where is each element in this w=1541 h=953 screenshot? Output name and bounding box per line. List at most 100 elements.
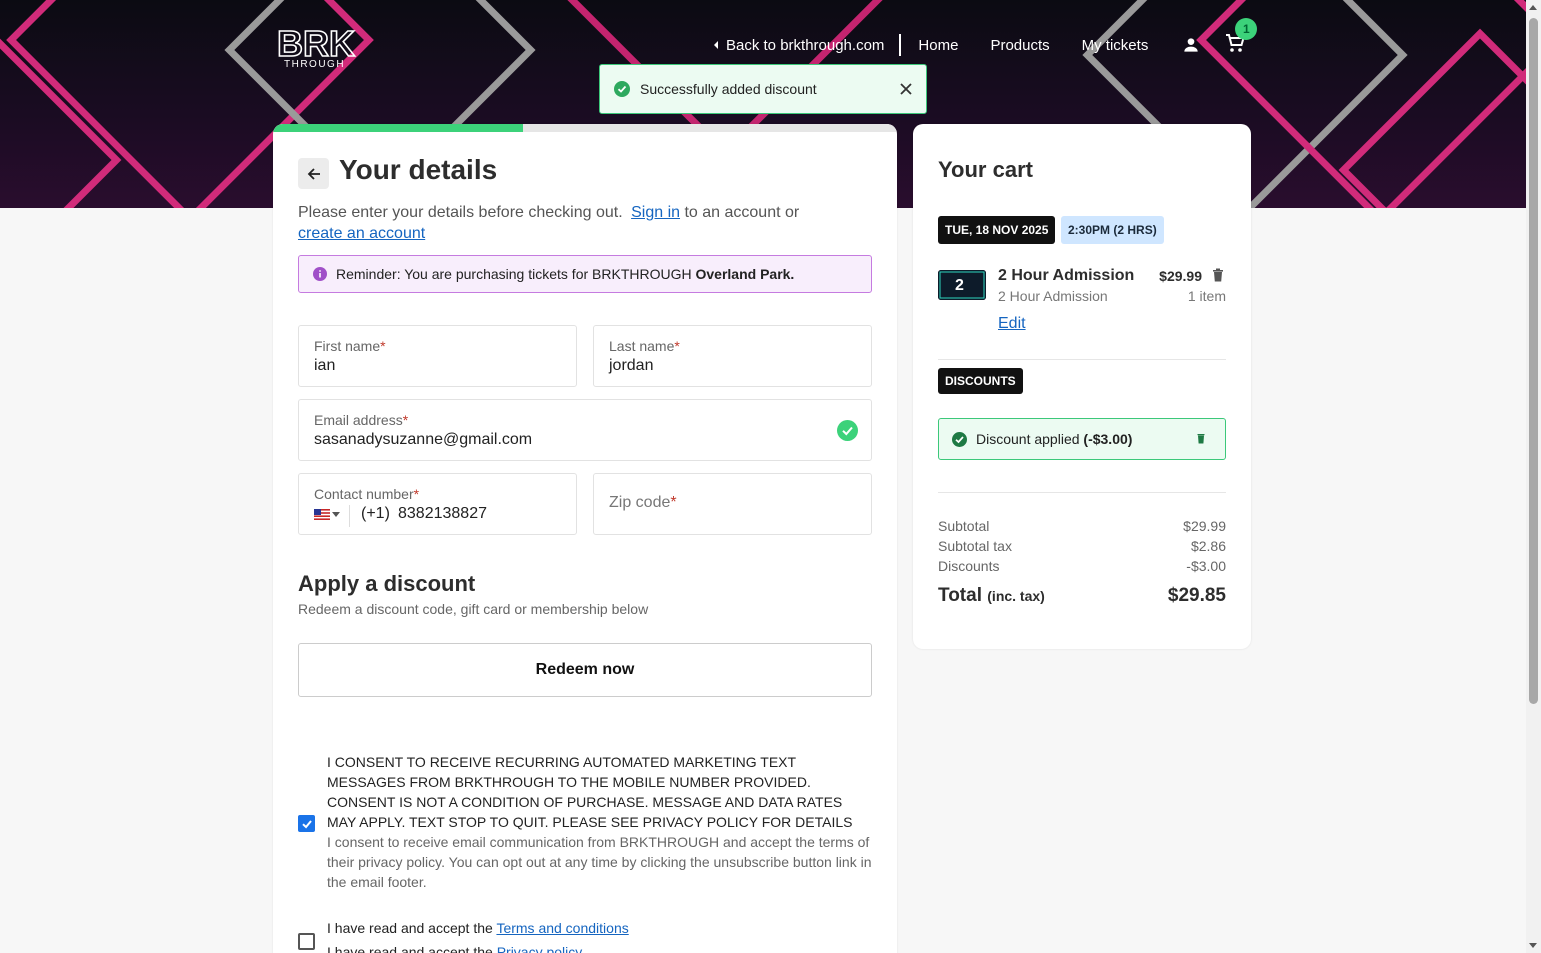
required-mark: * — [402, 412, 409, 428]
last-name-field[interactable]: Last name* jordan — [593, 325, 872, 387]
country-flag-select[interactable] — [314, 509, 340, 520]
item-price: $29.99 — [1159, 268, 1202, 284]
divider — [938, 359, 1226, 360]
scroll-down-arrow[interactable] — [1529, 943, 1537, 948]
required-mark: * — [670, 494, 677, 511]
back-button[interactable] — [298, 158, 329, 189]
tax-row: Subtotal tax $2.86 — [938, 538, 1226, 554]
last-name-label: Last name* — [609, 338, 680, 354]
privacy-prefix: I have read and accept the — [327, 944, 493, 953]
discount-applied-label: Discount applied — [976, 431, 1080, 447]
success-toast: Successfully added discount — [599, 64, 927, 114]
terms-checkbox[interactable] — [298, 933, 315, 950]
user-icon — [1184, 38, 1198, 52]
create-account-link[interactable]: create an account — [298, 225, 425, 242]
redeem-now-button[interactable]: Redeem now — [298, 643, 872, 697]
reminder-banner: Reminder: You are purchasing tickets for… — [298, 255, 872, 293]
privacy-link[interactable]: Privacy policy — [497, 944, 583, 953]
nav-products[interactable]: Products — [990, 37, 1049, 54]
subtotal-value: $29.99 — [1183, 518, 1226, 534]
zip-code-field[interactable]: Zip code* — [593, 473, 872, 535]
subtotal-label: Subtotal — [938, 518, 990, 534]
tax-label: Subtotal tax — [938, 538, 1012, 554]
sms-consent-checkbox[interactable] — [298, 815, 315, 832]
account-button[interactable] — [1181, 35, 1201, 55]
logo-subtext: THROUGH — [284, 59, 345, 70]
back-to-site-label: Back to brkthrough.com — [726, 36, 885, 54]
contact-label: Contact number* — [314, 486, 419, 502]
contact-number-value: 8382138827 — [398, 505, 487, 522]
total-label-text: Total — [938, 585, 982, 606]
scroll-up-arrow[interactable] — [1529, 5, 1537, 10]
discounts-row: Discounts -$3.00 — [938, 558, 1226, 574]
item-subtitle: 2 Hour Admission — [998, 288, 1108, 304]
last-name-value: jordan — [609, 357, 654, 374]
email-field[interactable]: Email address* sasanadysuzanne@gmail.com — [298, 399, 872, 461]
scroll-thumb[interactable] — [1529, 18, 1538, 704]
total-label: Total (inc. tax) — [938, 585, 1045, 607]
email-consent-text: I consent to receive email communication… — [327, 834, 872, 890]
first-name-value: ian — [314, 357, 336, 374]
thumbnail-image: 2 — [938, 270, 986, 300]
check-circle-icon — [614, 81, 630, 97]
discount-amount: (-$3.00) — [1083, 431, 1133, 447]
nav-home[interactable]: Home — [918, 37, 958, 54]
discount-applied-text: Discount applied (-$3.00) — [976, 431, 1132, 447]
us-flag-icon — [314, 509, 330, 520]
checkmark-icon — [301, 819, 312, 828]
first-name-label: First name* — [314, 338, 386, 354]
discount-applied-box: Discount applied (-$3.00) — [938, 418, 1226, 460]
discount-subtitle: Redeem a discount code, gift card or mem… — [298, 601, 649, 617]
nav-my-tickets[interactable]: My tickets — [1082, 37, 1149, 54]
sign-in-link[interactable]: Sign in — [631, 204, 680, 221]
details-card: Your details Please enter your details b… — [273, 124, 897, 953]
contact-number-field[interactable]: Contact number* (+1) 8382138827 — [298, 473, 577, 535]
zip-code-placeholder: Zip code* — [609, 494, 677, 512]
discount-title: Apply a discount — [298, 571, 476, 596]
check-circle-icon — [952, 431, 967, 447]
checkout-progress — [273, 124, 897, 132]
top-nav: Back to brkthrough.com Home Products My … — [712, 18, 1258, 59]
item-quantity: 1 item — [1187, 288, 1226, 304]
intro-before: Please enter your details before checkin… — [298, 204, 623, 221]
brand-logo[interactable]: BRK THROUGH — [277, 24, 357, 70]
remove-discount-icon[interactable] — [1197, 433, 1205, 444]
discounts-row-label: Discounts — [938, 558, 1000, 574]
discounts-chip: DISCOUNTS — [938, 368, 1023, 394]
valid-check-icon — [837, 420, 858, 441]
last-name-label-text: Last name — [609, 338, 675, 354]
terms-link[interactable]: Terms and conditions — [496, 920, 628, 936]
first-name-label-text: First name — [314, 338, 381, 354]
subtotal-row: Subtotal $29.99 — [938, 518, 1226, 534]
zip-placeholder-text: Zip code — [609, 494, 671, 511]
reminder-text: Reminder: You are purchasing tickets for… — [336, 266, 794, 282]
intro-mid: to an account or — [684, 204, 800, 221]
total-value: $29.85 — [1167, 585, 1226, 606]
tax-value: $2.86 — [1190, 538, 1226, 554]
caret-left-icon — [714, 41, 718, 49]
email-label-text: Email address — [314, 412, 403, 428]
required-mark: * — [674, 338, 680, 354]
sms-consent-text: I CONSENT TO RECEIVE RECURRING AUTOMATED… — [327, 754, 853, 830]
reminder-location: Overland Park. — [695, 266, 795, 282]
edit-item-link[interactable]: Edit — [998, 315, 1026, 333]
flag-divider — [349, 505, 350, 527]
trash-icon[interactable] — [1212, 268, 1224, 282]
back-to-site-link[interactable]: Back to brkthrough.com — [712, 34, 902, 56]
toast-message: Successfully added discount — [640, 81, 817, 97]
close-icon[interactable] — [900, 83, 912, 95]
cart-title: Your cart — [938, 157, 1033, 182]
reminder-prefix: Reminder: You are purchasing tickets for… — [336, 266, 692, 282]
terms-prefix: I have read and accept the — [327, 920, 493, 936]
required-mark: * — [413, 486, 420, 502]
cart-card: Your cart TUE, 18 NOV 2025 2:30PM (2 HRS… — [913, 124, 1251, 649]
page-scrollbar[interactable] — [1526, 0, 1541, 953]
date-chip: TUE, 18 NOV 2025 — [938, 216, 1056, 244]
cart-button[interactable]: 1 — [1223, 18, 1258, 59]
dial-code: (+1) — [361, 505, 390, 522]
email-value: sasanadysuzanne@gmail.com — [314, 431, 533, 448]
discounts-row-value: -$3.00 — [1186, 558, 1226, 574]
progress-fill — [273, 124, 523, 132]
first-name-field[interactable]: First name* ian — [298, 325, 577, 387]
contact-label-text: Contact number — [314, 486, 414, 502]
